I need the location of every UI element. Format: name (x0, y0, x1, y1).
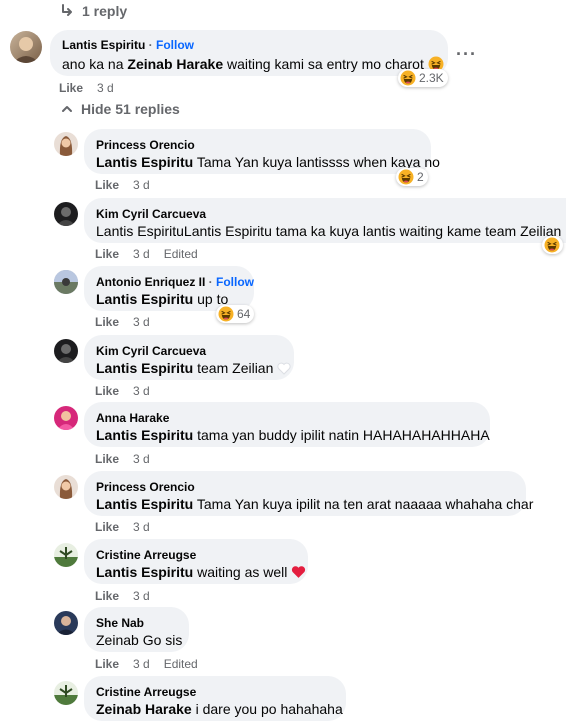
reaction-summary[interactable]: 64 (216, 305, 255, 323)
avatar[interactable] (54, 681, 78, 705)
reply-author[interactable]: She Nab (96, 615, 177, 631)
mention-link[interactable]: Zeinab Harake (127, 56, 223, 72)
like-button[interactable]: Like (59, 81, 83, 95)
reaction-summary[interactable]: 2 (396, 168, 428, 186)
reply-actions: Like 3 d (95, 178, 150, 192)
avatar[interactable] (54, 475, 78, 499)
mention-link[interactable]: Lantis Espiritu (96, 564, 193, 580)
timestamp[interactable]: 3 d (133, 247, 150, 261)
edited-label: Edited (163, 657, 198, 671)
reply-actions: Like 3 d (95, 452, 150, 466)
like-button[interactable]: Like (95, 520, 119, 534)
comment-actions: Like 3 d (59, 81, 114, 95)
reply-author[interactable]: Kim Cyril Carcueva (96, 206, 554, 222)
hide-replies-label: Hide 51 replies (81, 101, 180, 117)
reply-actions: Like 3 d (95, 315, 150, 329)
mention-link[interactable]: Lantis Espiritu (96, 427, 193, 443)
reply-author[interactable]: Anna Harake (96, 410, 478, 426)
avatar[interactable] (54, 202, 78, 226)
timestamp[interactable]: 3 d (133, 520, 150, 534)
red-heart-icon (292, 566, 306, 578)
reply-actions: Like 3 d Edited (95, 247, 198, 261)
avatar[interactable] (54, 270, 78, 294)
like-button[interactable]: Like (95, 657, 119, 671)
like-button[interactable]: Like (95, 178, 119, 192)
reply-author[interactable]: Cristine Arreugse (96, 547, 296, 563)
reaction-summary[interactable]: 2.3K (398, 69, 448, 87)
comment-text: ano ka na (62, 56, 128, 72)
comment-bubble: Lantis Espiritu · Follow ano ka na Zeina… (50, 30, 448, 76)
reply-bubble: Kim Cyril Carcueva Lantis EspirituLantis… (84, 198, 566, 243)
mention-link[interactable]: Lantis Espiritu (96, 360, 193, 376)
comment-text: waiting kami sa entry mo charot (223, 56, 424, 72)
chevron-up-icon (62, 106, 72, 112)
reply-text: Lantis EspirituLantis Espiritu tama ka k… (96, 223, 562, 239)
like-button[interactable]: Like (95, 452, 119, 466)
reaction-count: 64 (237, 307, 251, 321)
timestamp[interactable]: 3 d (97, 81, 114, 95)
follow-button[interactable]: Follow (216, 275, 254, 289)
haha-reaction-icon (400, 70, 416, 86)
like-button[interactable]: Like (95, 589, 119, 603)
timestamp[interactable]: 3 d (133, 315, 150, 329)
follow-separator: · (205, 275, 216, 289)
avatar[interactable] (10, 31, 42, 63)
like-button[interactable]: Like (95, 315, 119, 329)
reaction-count: 2.3K (419, 71, 444, 85)
avatar[interactable] (54, 132, 78, 156)
like-button[interactable]: Like (95, 384, 119, 398)
haha-reaction-icon (398, 169, 414, 185)
reaction-summary[interactable] (542, 236, 563, 254)
reply-bubble: Cristine Arreugse Zeinab Harake i dare y… (84, 676, 346, 721)
timestamp[interactable]: 3 d (133, 657, 150, 671)
reply-actions: Like 3 d Edited (95, 657, 198, 671)
more-options-icon[interactable]: ··· (456, 44, 477, 65)
mention-link[interactable]: Lantis Espiritu (96, 496, 193, 512)
reply-bubble: Anna Harake Lantis Espiritu tama yan bud… (84, 402, 490, 447)
reply-author[interactable]: Princess Orencio (96, 137, 419, 153)
avatar[interactable] (54, 611, 78, 635)
reply-bubble: Cristine Arreugse Lantis Espiritu waitin… (84, 539, 308, 584)
reply-author[interactable]: Cristine Arreugse (96, 684, 334, 700)
reply-author[interactable]: Antonio Enriquez II (96, 275, 205, 289)
haha-reaction-icon (218, 306, 234, 322)
avatar[interactable] (54, 406, 78, 430)
mention-link[interactable]: Lantis Espiritu (96, 291, 193, 307)
follow-separator: · (145, 38, 157, 52)
edited-label: Edited (163, 247, 198, 261)
view-replies-label: 1 reply (82, 3, 128, 19)
like-button[interactable]: Like (95, 247, 119, 261)
reply-arrow-icon (62, 4, 72, 16)
reply-bubble: Kim Cyril Carcueva Lantis Espiritu team … (84, 335, 294, 380)
reply-bubble: Princess Orencio Lantis Espiritu Tama Ya… (84, 471, 533, 516)
reply-bubble: Princess Orencio Lantis Espiritu Tama Ya… (84, 129, 440, 174)
reply-actions: Like 3 d (95, 384, 150, 398)
reply-actions: Like 3 d (95, 520, 150, 534)
avatar[interactable] (54, 339, 78, 363)
reply-text: waiting as well (193, 564, 288, 580)
reply-text: i dare you po hahahaha (191, 701, 343, 717)
timestamp[interactable]: 3 d (133, 384, 150, 398)
reply-text: team Zeilian (193, 360, 274, 376)
view-replies-link[interactable]: 1 reply (60, 3, 127, 19)
reply-text: Zeinab Go sis (96, 632, 183, 648)
reply-text: tama yan buddy ipilit natin HAHAHAHAHHAH… (193, 427, 490, 443)
mention-link[interactable]: Lantis Espiritu (96, 154, 193, 170)
white-heart-icon (277, 362, 291, 375)
timestamp[interactable]: 3 d (133, 452, 150, 466)
comment-author[interactable]: Lantis Espiritu (62, 38, 145, 52)
reply-author[interactable]: Princess Orencio (96, 479, 514, 495)
reply-author[interactable]: Kim Cyril Carcueva (96, 343, 282, 359)
reaction-count: 2 (417, 170, 424, 184)
reply-text: Tama Yan kuya ipilit na ten arat naaaaa … (193, 496, 534, 512)
haha-reaction-icon (544, 237, 560, 253)
reply-bubble: She Nab Zeinab Go sis (84, 607, 189, 652)
hide-replies-link[interactable]: Hide 51 replies (61, 101, 180, 117)
timestamp[interactable]: 3 d (133, 178, 150, 192)
mention-link[interactable]: Zeinab Harake (96, 701, 192, 717)
timestamp[interactable]: 3 d (133, 589, 150, 603)
avatar[interactable] (54, 543, 78, 567)
follow-button[interactable]: Follow (156, 38, 194, 52)
reply-actions: Like 3 d (95, 589, 150, 603)
